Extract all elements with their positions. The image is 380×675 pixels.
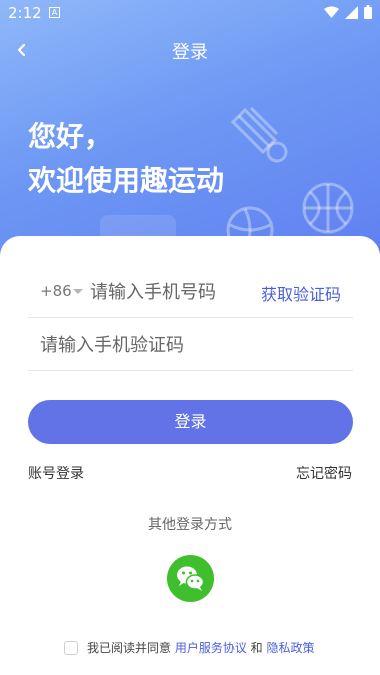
greeting: 您好， 欢迎使用趣运动	[28, 115, 224, 203]
page-title: 登录	[172, 42, 208, 63]
wechat-login-button[interactable]	[167, 555, 214, 602]
hero-banner: 2:12 A 登录 您好， 欢迎使用趣运动	[0, 0, 380, 270]
wifi-icon	[324, 6, 339, 18]
status-bar: 2:12 A	[0, 0, 380, 26]
login-button[interactable]: 登录	[28, 400, 353, 444]
caret-down-icon[interactable]	[73, 289, 83, 294]
greeting-line-2: 欢迎使用趣运动	[28, 164, 225, 197]
verification-code-input[interactable]	[40, 331, 320, 359]
login-card: +86 获取验证码 登录 账号登录 忘记密码 其他登录方式 我已阅读并同意 用户…	[0, 236, 380, 675]
battery-icon	[364, 5, 372, 19]
code-row	[28, 319, 353, 371]
terms-link[interactable]: 用户服务协议	[175, 639, 247, 656]
phone-input[interactable]	[90, 278, 260, 306]
agreement-connector: 和	[246, 641, 267, 655]
signal-icon	[345, 5, 358, 19]
basketball-icon	[302, 182, 354, 234]
account-login-link[interactable]: 账号登录	[28, 463, 84, 483]
agreement-checkbox[interactable]	[64, 640, 78, 655]
status-icons	[324, 5, 372, 19]
nav-bar: 登录	[0, 30, 380, 70]
country-code-selector[interactable]: +86	[40, 282, 72, 300]
other-login-title: 其他登录方式	[148, 517, 232, 533]
status-time: 2:12	[8, 4, 42, 22]
a-box-icon: A	[49, 7, 60, 18]
agreement-prefix: 我已阅读并同意	[87, 641, 175, 655]
wechat-icon	[177, 566, 205, 591]
forgot-password-link[interactable]: 忘记密码	[296, 463, 352, 483]
privacy-link[interactable]: 隐私政策	[266, 639, 314, 656]
greeting-line-1: 您好，	[28, 120, 113, 153]
get-code-button[interactable]: 获取验证码	[261, 281, 341, 305]
phone-row: +86 获取验证码	[28, 266, 353, 318]
shuttlecock-icon	[230, 106, 288, 163]
agreement-row: 我已阅读并同意 用户服务协议 和 隐私政策	[64, 639, 354, 656]
